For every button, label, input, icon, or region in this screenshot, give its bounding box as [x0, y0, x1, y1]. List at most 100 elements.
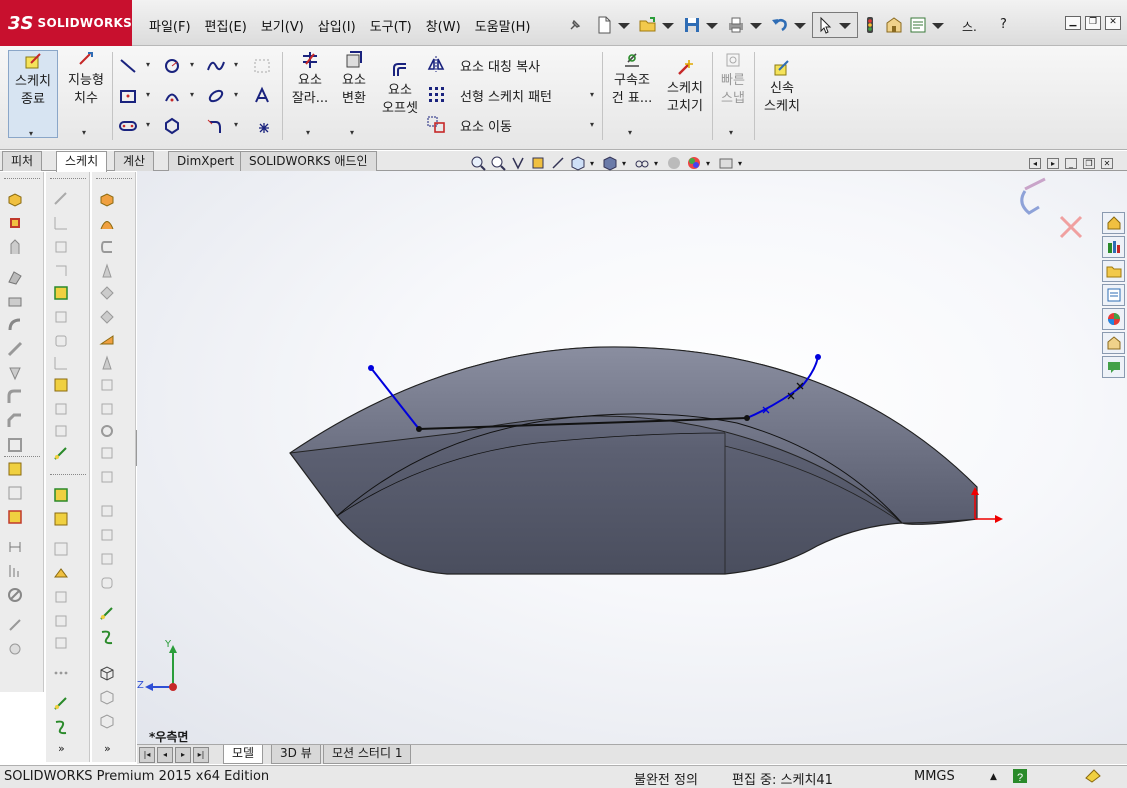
section-view-button[interactable] [530, 155, 548, 173]
chevron-down-icon[interactable] [928, 15, 948, 35]
menu-window[interactable]: 창(W) [419, 14, 468, 37]
last-tab-button[interactable]: ▸| [193, 747, 209, 763]
tool-b-button[interactable] [52, 238, 72, 258]
doc-collapse-button[interactable]: ▸ [1047, 158, 1059, 169]
ordinate-button[interactable] [6, 562, 26, 582]
boss-f-button[interactable] [98, 308, 118, 328]
boss-a-button[interactable] [98, 190, 118, 210]
shell-button[interactable] [6, 436, 26, 456]
polygon-button[interactable] [162, 116, 184, 138]
sketch-plane-button[interactable] [52, 486, 72, 506]
boss-q-button[interactable] [98, 574, 118, 594]
previous-view-button[interactable] [510, 155, 528, 173]
boss-n-button[interactable] [98, 502, 118, 522]
hide-show-button[interactable] [634, 155, 652, 173]
view-orientation-button[interactable] [570, 155, 588, 173]
component-2-button[interactable] [52, 612, 72, 632]
tab-model[interactable]: 모델 [223, 745, 264, 764]
boss-c-button[interactable] [98, 238, 118, 258]
smart-pen-3-button[interactable] [98, 604, 118, 624]
surface-spline-button[interactable] [252, 56, 274, 78]
display-style-button[interactable] [602, 155, 620, 173]
cube-view-button[interactable] [98, 664, 118, 684]
line-button[interactable] [118, 56, 140, 78]
tool-i-button[interactable] [52, 400, 72, 420]
curve-tool-2-button[interactable] [98, 628, 118, 648]
next-tab-button[interactable]: ▸ [175, 747, 191, 763]
menu-tools[interactable]: 도구(T) [363, 14, 419, 37]
file-properties-button[interactable] [906, 12, 950, 38]
boss-k-button[interactable] [98, 422, 118, 442]
offset-entities-button[interactable]: 요소 오프셋 [376, 60, 424, 118]
assembly-button[interactable] [52, 564, 72, 584]
chamfer-button[interactable] [6, 412, 26, 432]
move-entities-label[interactable]: 요소 이동 [460, 116, 512, 135]
sketch-endpoint[interactable] [815, 354, 821, 360]
chevron-down-icon[interactable] [614, 15, 634, 35]
chevron-down-icon[interactable]: ▾ [146, 120, 150, 129]
boss-j-button[interactable] [98, 400, 118, 420]
customize-icon[interactable] [1084, 768, 1102, 788]
minimize-button[interactable]: ▁ [1065, 16, 1081, 30]
scene-button[interactable] [686, 155, 704, 173]
task-pane-explorer[interactable] [1102, 284, 1125, 306]
toolbar-grip[interactable] [50, 178, 86, 181]
slot-button[interactable] [118, 116, 140, 138]
tab-3d-view[interactable]: 3D 뷰 [271, 745, 321, 764]
block-button[interactable] [52, 540, 72, 560]
reference-geometry-button[interactable] [6, 460, 26, 480]
tool-e-button[interactable] [52, 308, 72, 328]
chevron-down-icon[interactable]: ▾ [590, 159, 600, 169]
sketch-plane-2-button[interactable] [52, 510, 72, 530]
boss-e-button[interactable] [98, 284, 118, 304]
revolve-boss-button[interactable] [6, 214, 26, 234]
component-button[interactable] [52, 588, 72, 608]
chevron-down-icon[interactable] [835, 15, 855, 35]
tab-features[interactable]: 피처 [2, 151, 43, 171]
close-button[interactable]: ✕ [1105, 16, 1121, 30]
instant3d-button[interactable] [6, 508, 26, 528]
exit-sketch-button[interactable]: 스케치 종료 ▾ [8, 50, 58, 138]
sketch-endpoint[interactable] [416, 426, 422, 432]
boss-m-button[interactable] [98, 468, 118, 488]
pin-icon[interactable] [568, 18, 582, 32]
ellipse-button[interactable] [206, 86, 228, 108]
rectangle-button[interactable] [118, 86, 140, 108]
quick-snaps-button[interactable]: 빠른 스냅 ▾ [714, 50, 752, 137]
model-view[interactable] [137, 171, 1127, 745]
chevron-down-icon[interactable]: ▾ [146, 60, 150, 69]
lofted-cut-button[interactable] [6, 364, 26, 384]
chevron-down-icon[interactable] [790, 15, 810, 35]
help-button[interactable]: ? [1000, 17, 1007, 32]
linear-pattern-button[interactable] [426, 84, 448, 106]
chevron-down-icon[interactable]: ▾ [706, 159, 716, 169]
task-pane-appearances[interactable] [1102, 308, 1125, 330]
extruded-cut-button[interactable] [6, 292, 26, 312]
restore-button[interactable]: ❐ [1085, 16, 1101, 30]
menu-insert[interactable]: 삽입(I) [311, 14, 363, 37]
chevron-down-icon[interactable]: ▾ [234, 90, 238, 99]
toolbar-grip[interactable] [96, 178, 132, 181]
open-button[interactable] [636, 12, 680, 38]
boss-p-button[interactable] [98, 550, 118, 570]
tool-h-button[interactable] [52, 376, 72, 396]
boss-l-button[interactable] [98, 444, 118, 464]
tool-c-button[interactable] [52, 262, 72, 282]
prev-tab-button[interactable]: ◂ [157, 747, 173, 763]
chevron-down-icon[interactable]: ▾ [234, 60, 238, 69]
chevron-down-icon[interactable]: ▾ [590, 90, 594, 99]
move-entities-button[interactable] [426, 114, 448, 136]
chevron-down-icon[interactable]: ▾ [654, 159, 664, 169]
tab-evaluate[interactable]: 계산 [114, 151, 155, 171]
swept-cut-button[interactable] [6, 340, 26, 360]
task-pane-forum[interactable] [1102, 356, 1125, 378]
doc-restore-button[interactable]: ❐ [1083, 158, 1095, 169]
status-units[interactable]: MMGS [914, 769, 955, 784]
fillet-button[interactable] [206, 116, 228, 138]
help-icon[interactable]: ? [1012, 768, 1028, 788]
chevron-down-icon[interactable]: ▾ [738, 159, 748, 169]
task-pane-custom-properties[interactable] [1102, 332, 1125, 354]
chevron-down-icon[interactable]: ▾ [190, 60, 194, 69]
options-button[interactable] [882, 12, 906, 38]
component-3-button[interactable] [52, 634, 72, 654]
